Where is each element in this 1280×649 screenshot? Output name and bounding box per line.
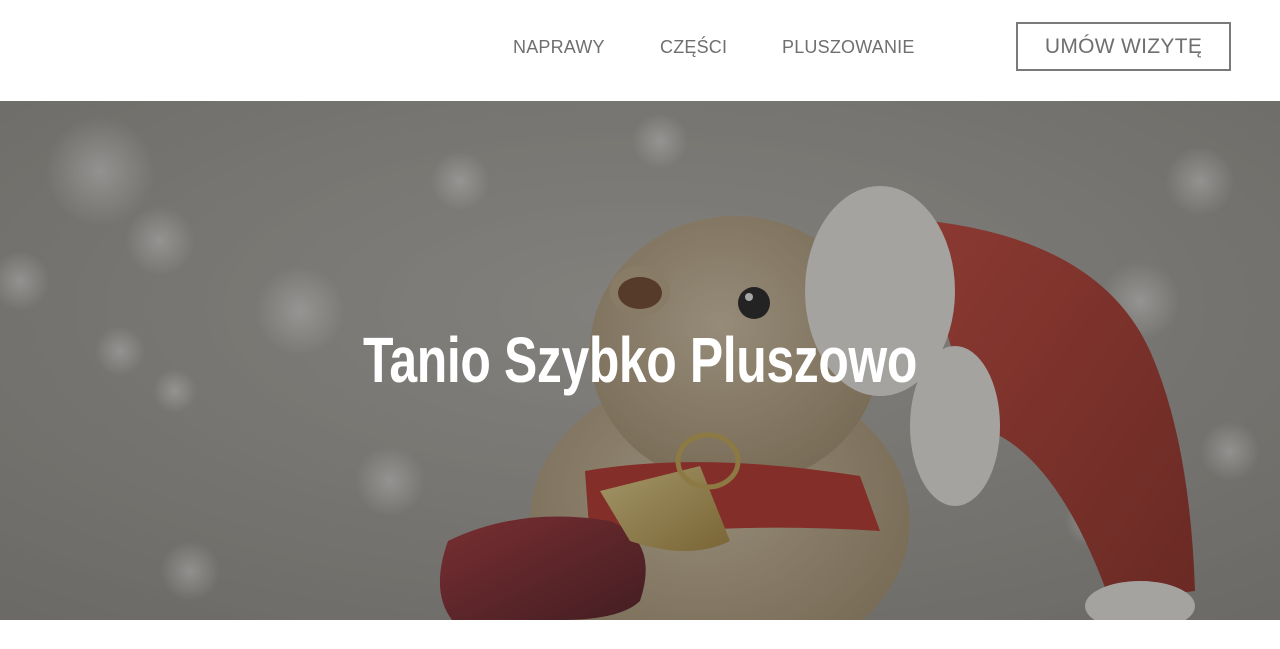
nav-link-czesci[interactable]: CZĘŚCI	[660, 37, 727, 59]
hero-title: Tanio Szybko Pluszowo	[363, 324, 917, 396]
book-visit-button[interactable]: UMÓW WIZYTĘ	[1016, 22, 1231, 71]
nav-link-naprawy[interactable]: NAPRAWY	[513, 37, 605, 59]
content-area	[0, 620, 1280, 649]
nav-link-pluszowanie[interactable]: PLUSZOWANIE	[782, 37, 915, 59]
hero-banner: Tanio Szybko Pluszowo	[0, 101, 1280, 620]
site-header: NAPRAWY CZĘŚCI PLUSZOWANIE UMÓW WIZYTĘ	[0, 0, 1280, 101]
